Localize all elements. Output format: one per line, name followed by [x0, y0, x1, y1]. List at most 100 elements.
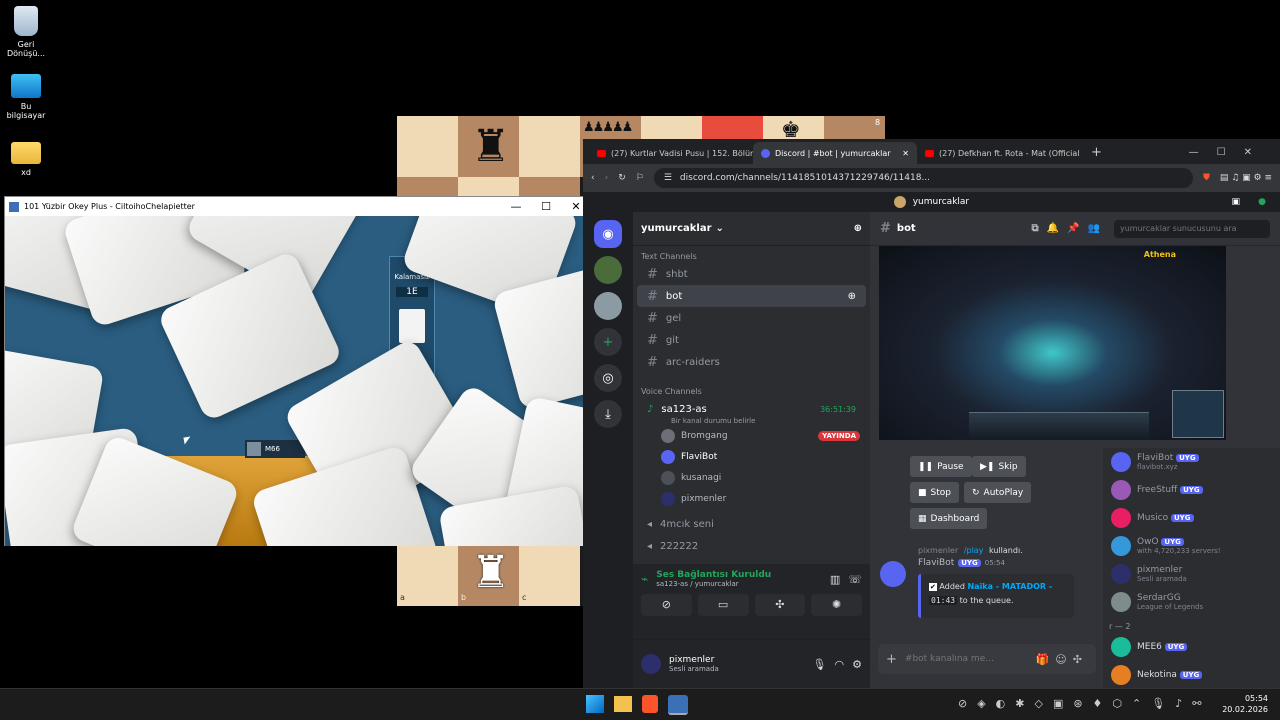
avatar [1111, 508, 1131, 528]
member-item[interactable]: FreeStuff UYG [1103, 476, 1280, 504]
autoplay-button[interactable]: ↻ AutoPlay [964, 482, 1032, 503]
chat-area: # bot ⧉🔔📌👥 Athena ❚❚Pause ▶❚Skip ■Stop ↻… [870, 212, 1280, 688]
voice-channel-222222[interactable]: ◂ 222222 [637, 535, 866, 557]
extensions-icon[interactable]: ▤ ♫ ▣ ⚙ ≡ [1220, 173, 1272, 183]
minimize-button[interactable]: — [501, 200, 531, 213]
member-item[interactable]: Musico UYG [1103, 504, 1280, 532]
dashboard-button[interactable]: ▦ Dashboard [910, 508, 988, 529]
embed-song-link[interactable]: Naïka - MATADOR - [967, 582, 1052, 591]
browser-window[interactable]: (27) Kurtlar Vadisi Pusu | 152. Bölüm Di… [583, 139, 1280, 688]
composer-icons[interactable]: 🎁☺✣ [1036, 653, 1088, 666]
invite-icon[interactable]: ⊕ [848, 291, 856, 302]
gear-icon[interactable]: ⚙ [852, 658, 862, 671]
server-header[interactable]: yumurcaklar ⌄ ⊕ [633, 212, 870, 246]
download-icon[interactable]: ⤓ [594, 400, 622, 428]
channel-shbt[interactable]: # shbt [637, 263, 866, 285]
noise-suppression-icon[interactable]: ▥ [830, 573, 840, 586]
channel-gel[interactable]: # gel [637, 307, 866, 329]
member-item[interactable]: OwO UYG with 4,720,233 servers! [1103, 532, 1280, 560]
tab-discord[interactable]: Discord | #bot | yumurcaklar ✕ [753, 142, 917, 164]
message-author[interactable]: FlaviBot [918, 558, 954, 568]
help-icon[interactable]: ● [1258, 192, 1266, 212]
bookmark-icon[interactable]: ⚐ [636, 173, 644, 183]
add-member-icon[interactable]: ⊕ [854, 223, 862, 234]
check-icon: ✔ [929, 583, 937, 591]
member-item[interactable]: pixmenler Sesli aramada [1103, 560, 1280, 588]
forward-icon[interactable]: › [605, 173, 609, 183]
channel-arc-raiders[interactable]: # arc-raiders [637, 351, 866, 373]
windows-start-icon[interactable] [586, 695, 604, 713]
header-icons[interactable]: ⧉🔔📌👥 [1032, 223, 1109, 234]
inbox-icon[interactable]: ▣ [1231, 192, 1240, 212]
new-tab-button[interactable]: + [1091, 145, 1102, 160]
member-item[interactable]: FlaviBot UYG flavibot.xyz [1103, 448, 1280, 476]
okey-game-canvas[interactable]: Kalamasız 1E M66 [5, 216, 591, 546]
connection-status[interactable]: Ses Bağlantısı Kuruldu [656, 570, 771, 580]
search-input[interactable] [1114, 219, 1270, 238]
connection-detail[interactable]: sa123-as / yumurcaklar [656, 580, 771, 588]
system-tray[interactable]: ⊘◈◐✱◇▣⊛♦⬡⌃🎙♪⚯ [958, 697, 1211, 710]
address-bar[interactable]: ☰ discord.com/channels/11418510143712297… [653, 168, 1194, 188]
taskbar-apps [586, 695, 688, 715]
brave-shield-icon[interactable]: ⛊ [1203, 173, 1210, 183]
pause-button[interactable]: ❚❚ Pause [910, 456, 972, 477]
message-reply-line[interactable]: pixmenler /play kullandı. [918, 546, 1023, 555]
desktop-icon-this-pc[interactable]: Bu bilgisayar [2, 74, 50, 120]
white-rook-piece[interactable]: ♜ [471, 548, 510, 598]
rook-piece[interactable]: ♜ [471, 122, 510, 172]
server-icon-2[interactable] [594, 292, 622, 320]
disconnect-icon[interactable]: ☏ [848, 573, 862, 586]
message-input[interactable] [904, 654, 1028, 664]
member-item[interactable]: SerdarGG League of Legends [1103, 588, 1280, 616]
stream-preview[interactable]: Athena [879, 246, 1226, 440]
attach-icon[interactable]: + [886, 652, 897, 667]
member-item[interactable]: Nekotina UYG [1103, 661, 1280, 688]
file-explorer-icon[interactable] [614, 696, 632, 712]
soundboard-button[interactable]: ✺ [811, 594, 862, 616]
screen-share-button[interactable]: ▭ [697, 594, 749, 616]
microphone-icon[interactable]: 🎙 [813, 658, 827, 671]
voice-user[interactable]: FlaviBot [633, 446, 870, 467]
camera-off-button[interactable]: ⊘ [641, 594, 692, 616]
voice-channel-4mcik[interactable]: ◂ 4mcık seni [637, 513, 866, 535]
discord-home-icon[interactable]: ◉ [594, 220, 622, 248]
voice-user[interactable]: pixmenler [633, 488, 870, 509]
text-category[interactable]: Text Channels [633, 246, 870, 263]
desktop-icon-folder[interactable]: xd [2, 142, 50, 177]
stream-overlay-logo: Athena [1143, 250, 1176, 259]
tab-kurtlar-vadisi[interactable]: (27) Kurtlar Vadisi Pusu | 152. Bölüm [589, 142, 753, 164]
channel-git[interactable]: # git [637, 329, 866, 351]
speaker-icon: ◂ [647, 540, 653, 552]
reload-icon[interactable]: ↻ [618, 173, 626, 183]
desktop-icon-recycle-bin[interactable]: Geri Dönüşü... [2, 6, 50, 58]
member-activity: flavibot.xyz [1137, 463, 1178, 471]
skip-button[interactable]: ▶❚ Skip [972, 456, 1026, 477]
channel-bot[interactable]: # bot ⊕ [637, 285, 866, 307]
explore-icon[interactable]: ◎ [594, 364, 622, 392]
clock[interactable]: 05:54 20.02.2026 [1222, 693, 1268, 715]
okey-game-window[interactable]: 101 Yüzbir Okey Plus - CiltoihoChelapiet… [4, 196, 592, 546]
live-badge: YAYINDA [818, 430, 860, 441]
button-label: Stop [930, 487, 951, 498]
brave-icon[interactable] [642, 695, 658, 713]
reply-user: pixmenler [918, 546, 959, 555]
game-app-icon[interactable] [668, 695, 688, 715]
server-list: ◉ + ◎ ⤓ [583, 212, 633, 688]
maximize-button[interactable]: ☐ [531, 200, 561, 213]
activities-button[interactable]: ✣ [754, 594, 806, 616]
tab-defkhan[interactable]: (27) Defkhan ft. Rota - Mat (Official A [917, 142, 1081, 164]
back-icon[interactable]: ‹ [591, 173, 595, 183]
stop-button[interactable]: ■ Stop [910, 482, 959, 503]
tab-close-icon[interactable]: ✕ [902, 149, 909, 158]
voice-user[interactable]: kusanagi [633, 467, 870, 488]
avatar[interactable] [641, 654, 661, 674]
voice-status[interactable]: Bir kanal durumu belirle [633, 417, 870, 425]
server-icon-1[interactable] [594, 256, 622, 284]
headphones-icon[interactable]: ◠ [835, 658, 845, 671]
member-item[interactable]: MEE6 UYG [1103, 633, 1280, 661]
add-server-icon[interactable]: + [594, 328, 622, 356]
voice-category[interactable]: Voice Channels [633, 381, 870, 398]
okey-title-bar[interactable]: 101 Yüzbir Okey Plus - CiltoihoChelapiet… [5, 197, 591, 216]
voice-user[interactable]: Bromgang YAYINDA [633, 425, 870, 446]
message-avatar[interactable] [880, 561, 906, 587]
